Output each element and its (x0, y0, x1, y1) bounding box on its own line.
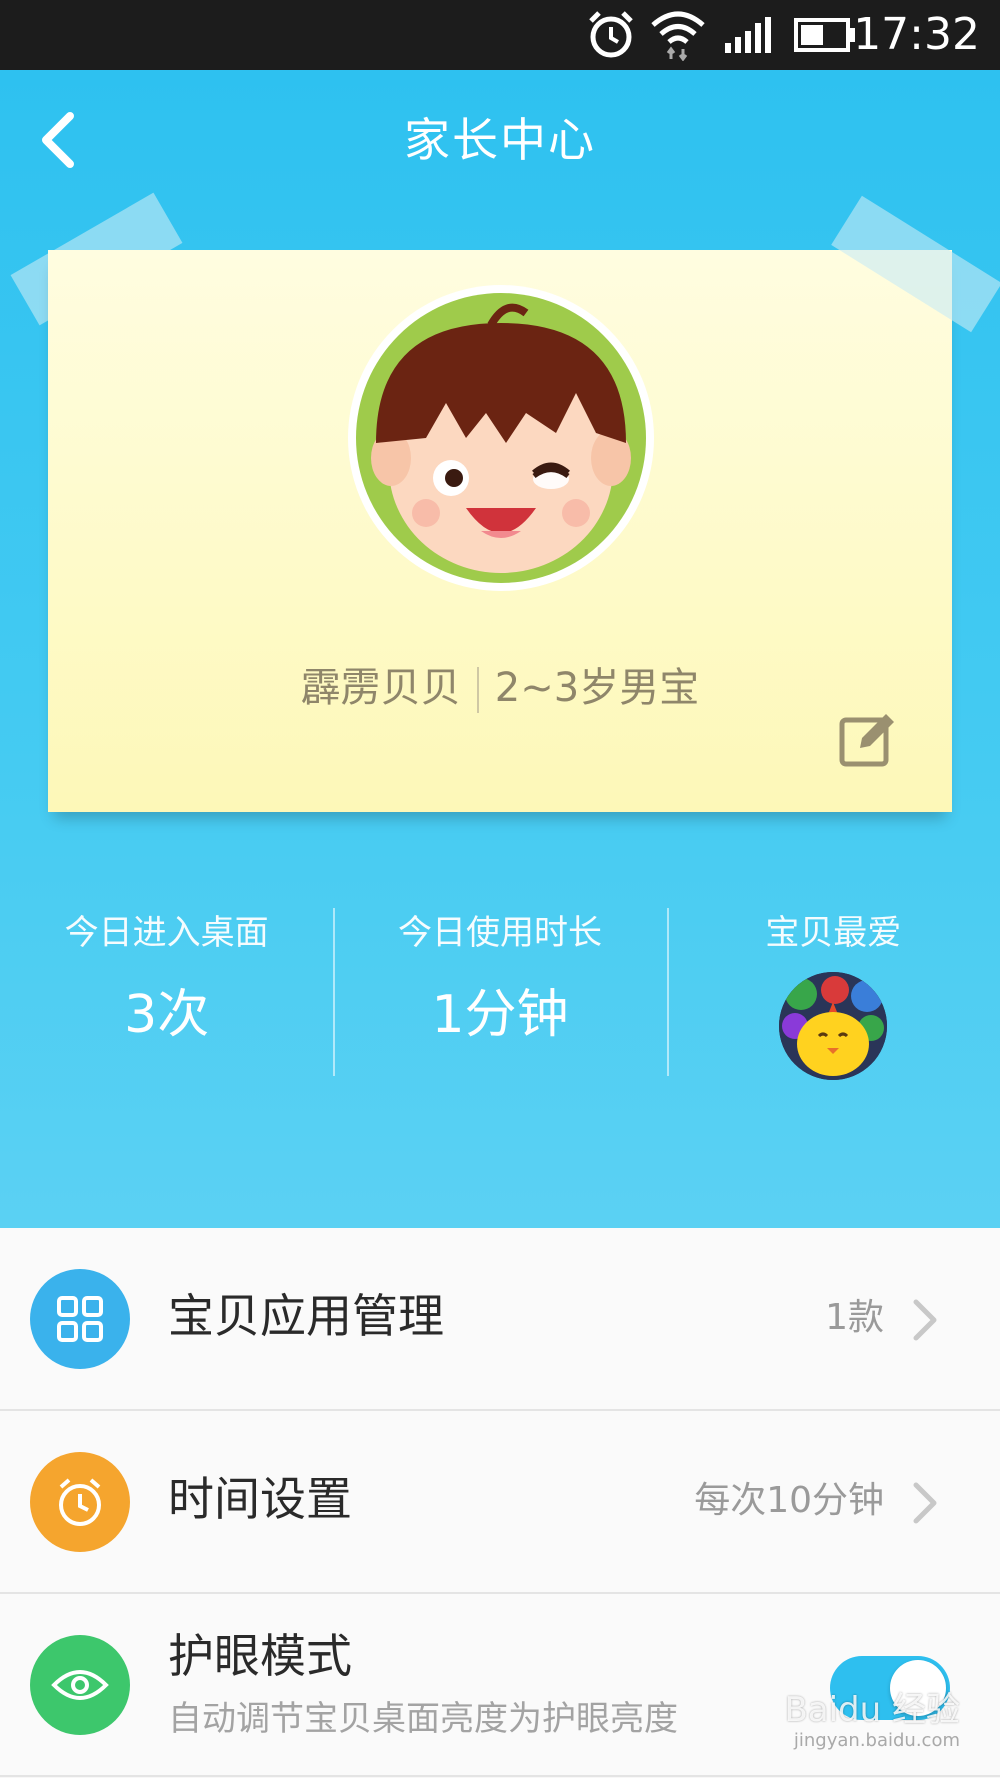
eye-icon (30, 1635, 130, 1735)
edit-icon (839, 714, 894, 767)
stat-desktop-entries: 今日进入桌面 3次 (0, 908, 333, 1078)
menu-item-app-management[interactable]: 宝贝应用管理 1款 (0, 1228, 1000, 1411)
menu-item-value: 1款 (825, 1297, 884, 1338)
stat-label: 今日使用时长 (397, 913, 602, 953)
signal-icon (722, 10, 778, 60)
grid-icon (30, 1269, 130, 1369)
child-name: 霹雳贝贝 (300, 665, 461, 711)
usage-stats: 今日进入桌面 3次 今日使用时长 1分钟 宝贝最爱 (0, 908, 1000, 1080)
menu-item-time-settings[interactable]: 时间设置 每次10分钟 (0, 1411, 1000, 1594)
page-title: 家长中心 (404, 113, 596, 167)
stat-favorite: 宝贝最爱 (666, 908, 1000, 1080)
battery-icon (792, 10, 858, 60)
chevron-right-icon (913, 1482, 937, 1524)
parent-center-header: 家长中心 霹雳贝贝 2~3岁男宝 今日进入桌面 3次 今日使用时长 1分钟 宝贝… (0, 70, 1000, 1228)
edit-profile-button[interactable] (838, 708, 900, 770)
wifi-icon (648, 10, 708, 61)
menu-item-label: 宝贝应用管理 (168, 1289, 444, 1343)
stat-label: 今日进入桌面 (64, 913, 269, 953)
favorite-app-icon[interactable] (779, 972, 888, 1080)
clock-icon (30, 1452, 130, 1552)
chevron-right-icon (913, 1299, 937, 1341)
alarm-icon (582, 10, 640, 60)
watermark: Baidu 经验 jingyan.baidu.com (784, 1690, 960, 1752)
watermark-url: jingyan.baidu.com (793, 1730, 960, 1751)
status-bar: 17:32 (0, 0, 1000, 70)
child-age-gender: 2~3岁男宝 (494, 665, 700, 711)
menu-item-label: 时间设置 (168, 1472, 352, 1526)
profile-info: 霹雳贝贝 2~3岁男宝 (48, 660, 952, 716)
watermark-text: Baidu 经验 (784, 1690, 960, 1730)
stat-label: 宝贝最爱 (765, 913, 902, 953)
status-time: 17:32 (853, 9, 980, 60)
menu-item-label: 护眼模式 (168, 1629, 352, 1683)
stat-usage-time: 今日使用时长 1分钟 (333, 908, 666, 1078)
divider (476, 667, 479, 713)
menu-item-subtitle: 自动调节宝贝桌面亮度为护眼亮度 (168, 1699, 678, 1739)
menu-item-value: 每次10分钟 (694, 1480, 884, 1521)
profile-card: 霹雳贝贝 2~3岁男宝 (48, 250, 952, 812)
avatar[interactable] (348, 285, 654, 591)
stat-value: 3次 (124, 985, 210, 1045)
child-face-illustration (371, 303, 631, 573)
stat-value: 1分钟 (431, 985, 569, 1045)
